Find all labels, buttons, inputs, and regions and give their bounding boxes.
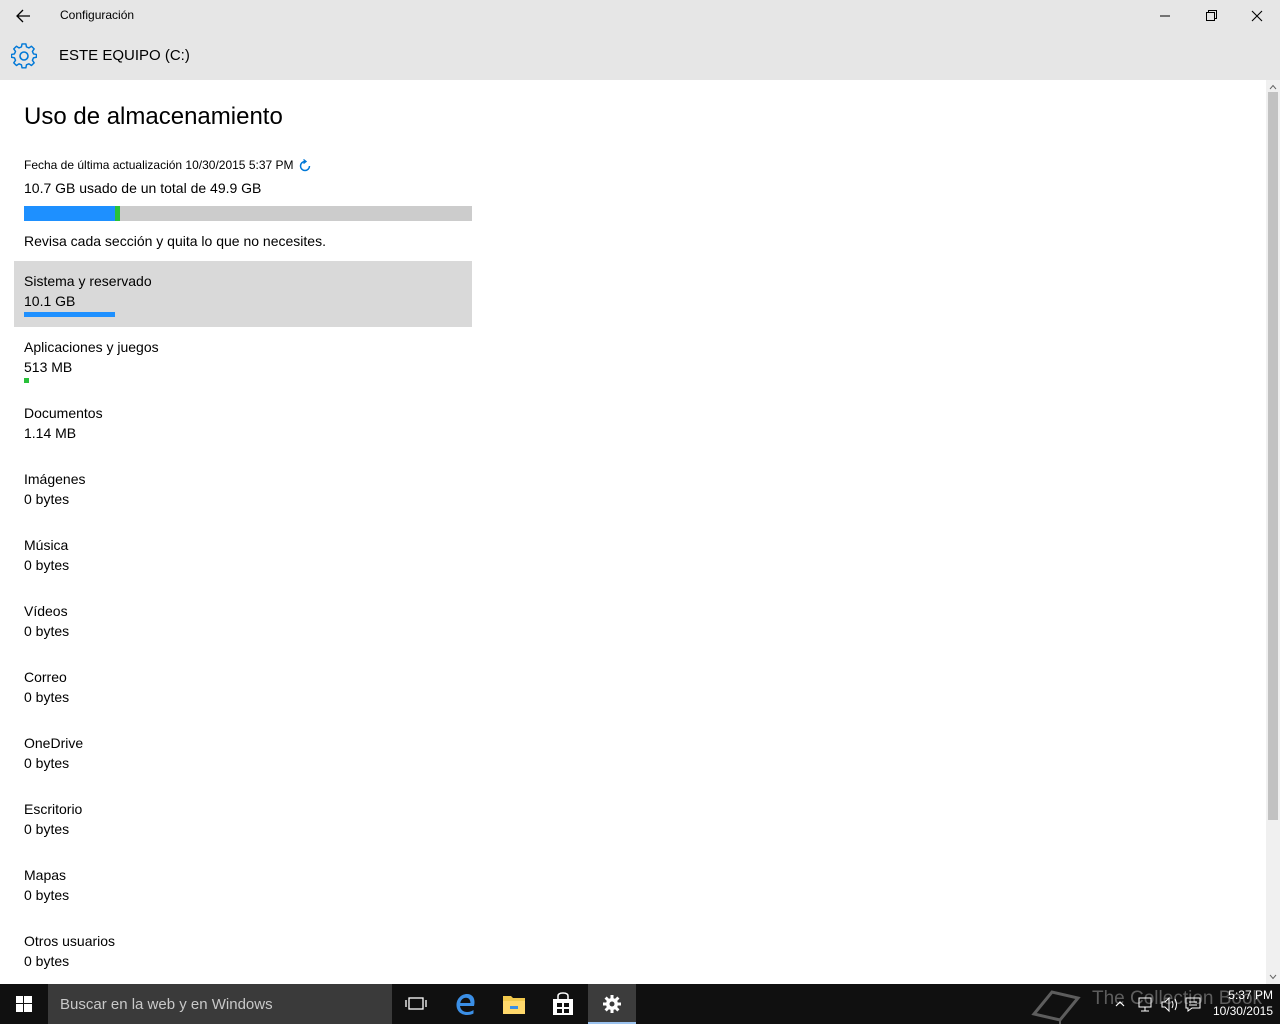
book-logo-icon (1031, 990, 1081, 1024)
settings-app[interactable] (588, 984, 636, 1024)
hint-text: Revisa cada sección y quita lo que no ne… (24, 233, 326, 249)
storage-usage-bar (24, 206, 472, 221)
tray-icons (1115, 996, 1201, 1013)
action-center-icon (1185, 997, 1201, 1012)
storage-category-item[interactable]: Otros usuarios 0 bytes (14, 921, 472, 987)
start-button[interactable] (0, 984, 48, 1024)
last-updated-text: Fecha de última actualización 10/30/2015… (24, 158, 294, 172)
settings-icon (603, 995, 621, 1013)
store-app[interactable] (539, 984, 587, 1024)
clock-date: 10/30/2015 (1212, 1004, 1273, 1018)
storage-category-item[interactable]: Música 0 bytes (14, 525, 472, 591)
category-size: 0 bytes (24, 887, 70, 903)
back-button[interactable] (0, 0, 46, 32)
category-name: Vídeos (24, 603, 68, 619)
category-name: Imágenes (24, 471, 86, 487)
category-size: 0 bytes (24, 557, 70, 573)
scroll-down-icon[interactable] (1266, 970, 1280, 984)
category-name: Aplicaciones y juegos (24, 339, 159, 355)
category-size: 10.1 GB (24, 293, 76, 309)
scrollbar-thumb[interactable] (1268, 92, 1278, 820)
category-name: Mapas (24, 867, 67, 883)
category-size: 0 bytes (24, 953, 70, 969)
category-name: Documentos (24, 405, 103, 421)
edge-icon (456, 994, 475, 1015)
category-size: 0 bytes (24, 623, 70, 639)
storage-category-item[interactable]: Aplicaciones y juegos 513 MB (14, 327, 472, 393)
network-icon (1138, 997, 1152, 1012)
category-name: Otros usuarios (24, 933, 116, 949)
category-size: 0 bytes (24, 491, 70, 507)
total-usage-text: 10.7 GB usado de un total de 49.9 GB (24, 180, 262, 196)
page-header-title: ESTE EQUIPO (C:) (59, 47, 190, 64)
taskbar: Buscar en la web y en Windows The Collec… (0, 984, 1280, 1024)
storage-category-item[interactable]: Correo 0 bytes (14, 657, 472, 723)
edge-app[interactable] (441, 984, 489, 1024)
category-name: Música (24, 537, 69, 553)
search-box[interactable]: Buscar en la web y en Windows (48, 984, 392, 1024)
system-tray (1110, 984, 1210, 1024)
show-hidden-icons-icon (1115, 1001, 1125, 1007)
category-size: 0 bytes (24, 821, 70, 837)
category-size: 1.14 MB (24, 425, 77, 441)
storage-category-item[interactable]: Documentos 1.14 MB (14, 393, 472, 459)
file-explorer-icon (503, 996, 525, 1014)
category-size: 0 bytes (24, 755, 70, 771)
category-usage-bar (24, 312, 115, 317)
title-bar: Configuración (0, 0, 1280, 32)
storage-category-item[interactable]: Sistema y reservado 10.1 GB (14, 261, 472, 327)
category-name: Escritorio (24, 801, 83, 817)
back-arrow-icon (16, 9, 30, 23)
category-size: 513 MB (24, 359, 73, 375)
gear-icon (11, 43, 37, 69)
usage-bar-system-segment (24, 206, 115, 221)
category-size: 0 bytes (24, 689, 70, 705)
storage-category-item[interactable]: Vídeos 0 bytes (14, 591, 472, 657)
refresh-icon[interactable] (297, 158, 313, 174)
settings-header: ESTE EQUIPO (C:) (0, 32, 1280, 80)
clock[interactable]: 5:37 PM 10/30/2015 (1205, 987, 1273, 1019)
storage-category-item[interactable]: Mapas 0 bytes (14, 855, 472, 921)
start-icon (16, 996, 32, 1012)
task-view-button[interactable] (392, 984, 440, 1024)
category-name: Correo (24, 669, 67, 685)
close-button[interactable] (1234, 0, 1280, 32)
store-icon (553, 992, 573, 1015)
category-name: Sistema y reservado (24, 273, 152, 289)
usage-bar-apps-segment (115, 206, 120, 221)
restore-button[interactable] (1188, 0, 1234, 32)
scrollbar[interactable] (1266, 80, 1280, 984)
close-icon (1251, 10, 1263, 22)
minimize-button[interactable] (1142, 0, 1188, 32)
category-name: OneDrive (24, 735, 84, 751)
minimize-icon (1160, 15, 1170, 17)
task-view-icon (405, 997, 427, 1010)
volume-icon (1161, 996, 1177, 1013)
window-title: Configuración (60, 8, 135, 22)
storage-category-item[interactable]: Imágenes 0 bytes (14, 459, 472, 525)
restore-icon (1206, 10, 1217, 21)
file-explorer-app[interactable] (490, 984, 538, 1024)
page-title: Uso de almacenamiento (24, 103, 283, 130)
search-placeholder: Buscar en la web y en Windows (60, 996, 273, 1013)
category-usage-bar (24, 378, 29, 383)
storage-usage-page: Uso de almacenamiento Fecha de última ac… (0, 80, 1266, 984)
clock-time: 5:37 PM (1228, 988, 1273, 1002)
storage-category-item[interactable]: OneDrive 0 bytes (14, 723, 472, 789)
storage-category-item[interactable]: Escritorio 0 bytes (14, 789, 472, 855)
